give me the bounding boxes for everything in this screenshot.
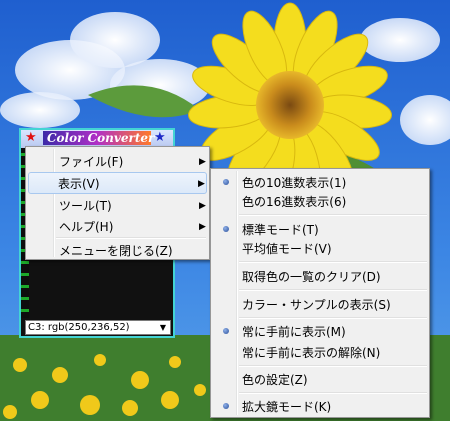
menu-item-clear-color-list[interactable]: 取得色の一覧のクリア(D) [213, 265, 427, 287]
menu-item-label: 常に手前に表示(M) [242, 325, 346, 339]
submenu-arrow-icon: ▶ [199, 157, 206, 167]
radio-bullet-icon [223, 179, 229, 185]
dropdown-arrow-icon[interactable]: ▼ [156, 321, 170, 334]
menu-item-always-on-top[interactable]: 常に手前に表示(M) [213, 320, 427, 342]
color-value-text: C3: rgb(250,236,52) [28, 322, 130, 333]
submenu-arrow-icon: ▶ [198, 179, 205, 189]
menu-separator [239, 289, 427, 291]
red-star-icon: ★ [25, 130, 37, 145]
color-value-combobox[interactable]: C3: rgb(250,236,52) ▼ [25, 320, 171, 335]
menu-item-help[interactable]: ヘルプ(H) ▶ [28, 215, 207, 237]
window-title: Color Converter [43, 131, 154, 145]
menu-item-label: 平均値モード(V) [242, 242, 332, 256]
menu-item-tools[interactable]: ツール(T) ▶ [28, 194, 207, 216]
menu-item-label: カラー・サンプルの表示(S) [242, 298, 391, 312]
menu-item-show-color-sample[interactable]: カラー・サンプルの表示(S) [213, 293, 427, 315]
menu-item-view[interactable]: 表示(V) ▶ [28, 172, 207, 194]
menu-separator [239, 392, 427, 394]
menu-item-cancel-always-on-top[interactable]: 常に手前に表示の解除(N) [213, 341, 427, 363]
view-submenu: 色の10進数表示(1) 色の16進数表示(6) 標準モード(T) 平均値モード(… [210, 168, 430, 418]
menu-item-magnifier-mode[interactable]: 拡大鏡モード(K) [213, 395, 427, 417]
menu-item-label: 色の16進数表示(6) [242, 195, 347, 209]
radio-bullet-icon [223, 328, 229, 334]
menu-item-label: ファイル(F) [59, 155, 124, 169]
menu-item-label: ヘルプ(H) [59, 220, 114, 234]
menu-separator [239, 261, 427, 263]
submenu-arrow-icon: ▶ [199, 201, 206, 211]
menu-item-label: メニューを閉じる(Z) [59, 244, 173, 258]
menu-separator [239, 214, 427, 216]
blue-star-icon: ★ [154, 130, 166, 145]
menu-item-label: ツール(T) [59, 199, 112, 213]
submenu-arrow-icon: ▶ [199, 222, 206, 232]
menu-item-file[interactable]: ファイル(F) ▶ [28, 150, 207, 172]
menu-item-label: 表示(V) [58, 177, 100, 191]
menu-item-label: 色の設定(Z) [242, 373, 308, 387]
menu-item-label: 取得色の一覧のクリア(D) [242, 270, 381, 284]
context-menu: ファイル(F) ▶ 表示(V) ▶ ツール(T) ▶ ヘルプ(H) ▶ メニュー… [25, 146, 210, 260]
menu-item-color-settings[interactable]: 色の設定(Z) [213, 368, 427, 390]
menu-item-label: 拡大鏡モード(K) [242, 400, 332, 414]
menu-item-hex-display[interactable]: 色の16進数表示(6) [213, 190, 427, 212]
radio-bullet-icon [223, 226, 229, 232]
menu-item-close-menu[interactable]: メニューを閉じる(Z) [28, 239, 207, 261]
menu-item-label: 常に手前に表示の解除(N) [242, 346, 381, 360]
radio-bullet-icon [223, 403, 229, 409]
menu-item-average-mode[interactable]: 平均値モード(V) [213, 237, 427, 259]
menu-separator [239, 365, 427, 367]
menu-separator [239, 317, 427, 319]
